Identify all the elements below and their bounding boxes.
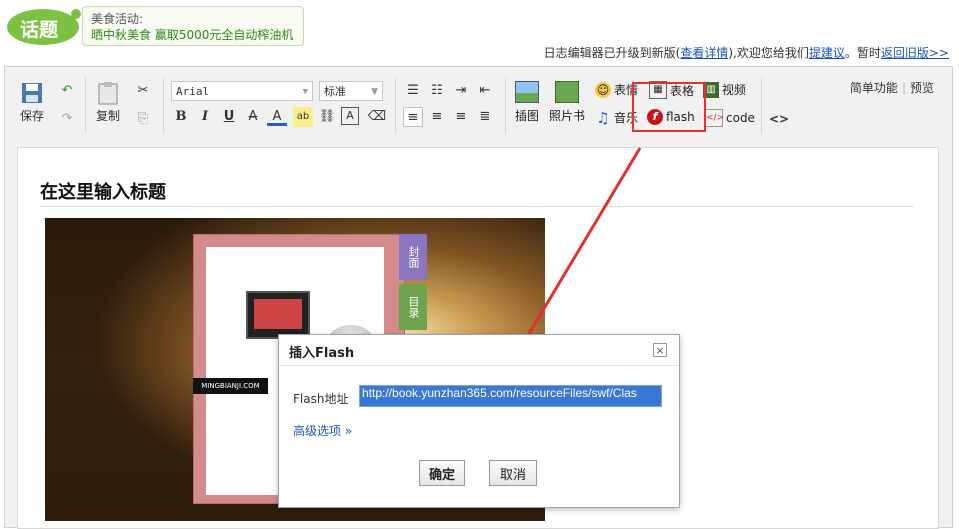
strikethrough-icon[interactable]: A bbox=[243, 107, 263, 127]
toolbar-separator bbox=[395, 77, 396, 133]
align-right-icon[interactable]: ≡ bbox=[451, 107, 471, 127]
code-label: code bbox=[726, 111, 755, 125]
promo-link[interactable]: 晒中秋美食 赢取5000元全自动榨油机 bbox=[91, 26, 293, 43]
font-family-value: Arial bbox=[176, 85, 210, 98]
dialog-header: 插入Flash × bbox=[279, 335, 679, 366]
insert-flash-dialog: 插入Flash × Flash地址 http://book.yunzhan365… bbox=[278, 334, 680, 508]
toolbar-separator bbox=[761, 77, 762, 133]
outdent-icon[interactable]: ⇤ bbox=[475, 81, 495, 101]
title-field[interactable]: 在这里输入标题 bbox=[40, 178, 166, 204]
view-details-link[interactable]: 查看详情 bbox=[680, 46, 728, 60]
bold-icon[interactable]: B bbox=[171, 107, 191, 127]
promo-heading: 美食活动: bbox=[91, 12, 144, 26]
close-icon[interactable]: × bbox=[653, 343, 667, 357]
flash-url-input[interactable]: http://book.yunzhan365.com/resourceFiles… bbox=[359, 385, 662, 407]
redo-icon[interactable]: ↷ bbox=[57, 109, 77, 129]
paste-icon[interactable]: ⎘ bbox=[133, 109, 153, 129]
upgrade-notice: 日志编辑器已升级到新版(查看详情),欢迎您给我们提建议。暂时返回旧版>> bbox=[544, 44, 949, 61]
highlight-icon[interactable]: ab bbox=[293, 107, 313, 127]
toolbar-separator bbox=[163, 77, 164, 133]
editor-toolbar: 保存 ↶ ↷ 复制 ✂ ⎘ Arial ▼ 标准 ▼ B I U A A ab bbox=[5, 67, 952, 145]
music-note-icon: ♫ bbox=[596, 108, 610, 127]
indent-icon[interactable]: ⇥ bbox=[451, 81, 471, 101]
smiley-icon: ☺ bbox=[595, 81, 611, 98]
font-family-select[interactable]: Arial ▼ bbox=[171, 81, 313, 101]
mode-links: 简单功能 | 预览 bbox=[850, 79, 934, 96]
photo-book-label: 照片书 bbox=[549, 109, 586, 123]
save-icon bbox=[19, 81, 45, 107]
save-button[interactable]: 保存 bbox=[19, 81, 45, 124]
align-justify-icon[interactable]: ≣ bbox=[475, 107, 495, 127]
topic-logo[interactable]: 话题 bbox=[6, 6, 84, 46]
italic-icon[interactable]: I bbox=[195, 107, 215, 127]
save-label: 保存 bbox=[19, 109, 44, 123]
clipboard-icon bbox=[95, 81, 121, 107]
chevron-down-icon: ▼ bbox=[371, 87, 378, 97]
flipbook-tab-cover: 封面 bbox=[399, 234, 427, 280]
preview-link[interactable]: 预览 bbox=[910, 81, 934, 95]
undo-icon[interactable]: ↶ bbox=[57, 81, 77, 101]
advanced-options-toggle[interactable]: 高级选项 » bbox=[293, 422, 352, 439]
toolbar-separator bbox=[505, 77, 506, 133]
ordered-list-icon[interactable]: ☰ bbox=[403, 81, 423, 101]
flipbook-tab-contents: 目录 bbox=[399, 284, 427, 330]
notice-text-2: ),欢迎您给我们 bbox=[728, 46, 809, 60]
ok-button[interactable]: 确定 bbox=[419, 460, 465, 486]
unordered-list-icon[interactable]: ☷ bbox=[427, 81, 447, 101]
logo-text: 话题 bbox=[20, 19, 59, 41]
code-button[interactable]: </> code bbox=[705, 109, 755, 127]
text-box-icon[interactable]: A bbox=[341, 107, 359, 125]
font-size-select[interactable]: 标准 ▼ bbox=[319, 81, 383, 101]
font-size-value: 标准 bbox=[324, 85, 346, 98]
cut-icon[interactable]: ✂ bbox=[133, 81, 153, 101]
suggest-link[interactable]: 提建议 bbox=[809, 46, 845, 60]
back-to-old-link[interactable]: 返回旧版>> bbox=[881, 46, 949, 60]
video-button[interactable]: ▥ 视频 bbox=[703, 81, 746, 98]
link-icon[interactable]: ⛓ bbox=[317, 107, 337, 127]
photo-book-icon bbox=[555, 81, 579, 103]
toolbar-separator bbox=[85, 77, 86, 133]
code-icon: </> bbox=[705, 109, 724, 127]
eraser-icon[interactable]: ⌫ bbox=[367, 107, 387, 127]
copy-button[interactable]: 复制 bbox=[95, 81, 121, 124]
video-label: 视频 bbox=[722, 83, 747, 97]
flash-url-label: Flash地址 bbox=[293, 392, 349, 406]
insert-image-label: 插图 bbox=[515, 109, 540, 123]
copy-label: 复制 bbox=[95, 109, 120, 123]
notice-text-1: 日志编辑器已升级到新版( bbox=[543, 46, 681, 60]
cancel-button[interactable]: 取消 bbox=[489, 460, 537, 486]
title-divider bbox=[40, 206, 914, 207]
monitor-image bbox=[246, 291, 310, 339]
flash-highlight-box bbox=[632, 82, 706, 132]
underline-icon[interactable]: U bbox=[219, 107, 239, 127]
site-watermark: MINGBIANJI.COM bbox=[193, 378, 268, 394]
source-code-button[interactable]: <> bbox=[769, 109, 789, 129]
align-center-icon[interactable]: ≡ bbox=[427, 107, 447, 127]
monitor-screen bbox=[254, 299, 302, 329]
notice-text-3: 。暂时 bbox=[844, 46, 881, 60]
font-color-icon[interactable]: A bbox=[267, 107, 287, 126]
divider: | bbox=[901, 81, 906, 95]
insert-image-button[interactable]: 插图 bbox=[515, 81, 539, 124]
promo-box[interactable]: 美食活动: 晒中秋美食 赢取5000元全自动榨油机 bbox=[82, 6, 304, 46]
simple-mode-link[interactable]: 简单功能 bbox=[850, 81, 898, 95]
photo-book-button[interactable]: 照片书 bbox=[549, 81, 585, 124]
image-icon bbox=[515, 81, 539, 103]
align-left-icon[interactable]: ≡ bbox=[403, 107, 423, 127]
dialog-title: 插入Flash bbox=[289, 346, 355, 361]
chevron-down-icon: ▼ bbox=[302, 87, 308, 97]
